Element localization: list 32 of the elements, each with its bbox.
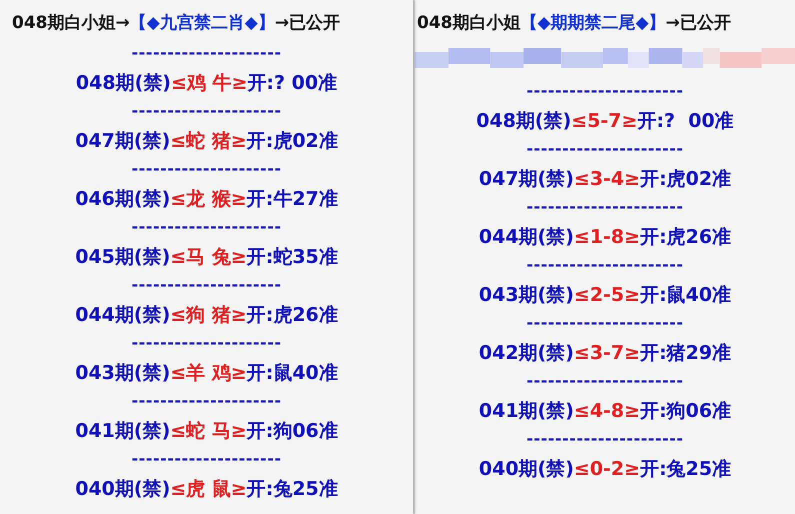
dashed-separator: --------------------- xyxy=(132,158,282,180)
dashed-separator: --------------------- xyxy=(132,42,282,64)
prediction-line: 043期(禁)≤2-5≥开:鼠40准 xyxy=(478,283,732,308)
dashed-separator: --------------------- xyxy=(132,216,282,238)
dashed-separator: --------------------- xyxy=(132,100,282,122)
prediction-line: 047期(禁)≤3-4≥开:虎02准 xyxy=(478,167,732,192)
prediction-line: 044期(禁)≤1-8≥开:虎26准 xyxy=(478,225,732,250)
dashed-separator: ---------------------- xyxy=(526,254,684,276)
dashed-separator: ---------------------- xyxy=(526,312,684,334)
prediction-line: 044期(禁)≤狗 猪≥开:虎26准 xyxy=(75,303,338,328)
prediction-line: 041期(禁)≤蛇 马≥开:狗06准 xyxy=(75,419,338,444)
prediction-line: 040期(禁)≤0-2≥开:兔25准 xyxy=(478,457,732,482)
prediction-line: 048期(禁)≤鸡 牛≥开:? 00准 xyxy=(76,71,338,96)
prediction-line: 046期(禁)≤龙 猴≥开:牛27准 xyxy=(75,187,338,212)
prediction-line: 048期(禁)≤5-7≥开:? 00准 xyxy=(476,109,734,134)
prediction-line: 045期(禁)≤马 兔≥开:蛇35准 xyxy=(75,245,338,270)
dashed-separator: ---------------------- xyxy=(526,80,684,102)
dashed-separator: ---------------------- xyxy=(526,138,684,160)
dashed-separator: ---------------------- xyxy=(526,428,684,450)
prediction-line: 040期(禁)≤虎 鼠≥开:兔25准 xyxy=(75,477,338,502)
prediction-line: 043期(禁)≤羊 鸡≥开:鼠40准 xyxy=(75,361,338,386)
dashed-separator: --------------------- xyxy=(132,274,282,296)
dashed-separator: --------------------- xyxy=(132,390,282,412)
prediction-line: 041期(禁)≤4-8≥开:狗06准 xyxy=(478,399,732,424)
dashed-separator: ---------------------- xyxy=(526,196,684,218)
prediction-line: 042期(禁)≤3-7≥开:猪29准 xyxy=(478,341,732,366)
panel-title: 048期白小姐【◆期期禁二尾◆】→已公开 xyxy=(416,12,731,35)
dashed-separator: --------------------- xyxy=(132,448,282,470)
dashed-separator: --------------------- xyxy=(132,332,282,354)
panel-title: 048期白小姐→【◆九宫禁二肖◆】→已公开 xyxy=(11,12,340,35)
dashed-separator: ---------------------- xyxy=(526,370,684,392)
prediction-line: 047期(禁)≤蛇 猪≥开:虎02准 xyxy=(75,129,338,154)
